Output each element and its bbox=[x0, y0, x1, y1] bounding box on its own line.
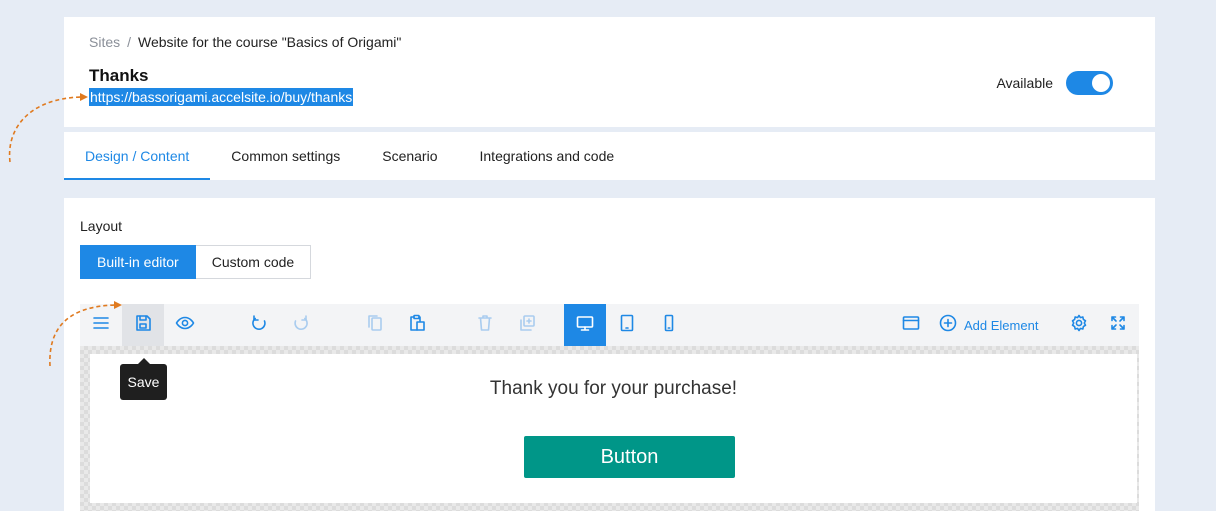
copy-button[interactable] bbox=[354, 304, 396, 346]
page-title: Thanks bbox=[89, 66, 149, 85]
copy-icon bbox=[365, 313, 385, 338]
window-button[interactable] bbox=[890, 304, 932, 346]
duplicate-icon bbox=[517, 313, 537, 338]
fullscreen-icon bbox=[1108, 313, 1128, 338]
page-header-card: Sites / Website for the course "Basics of … bbox=[64, 17, 1155, 127]
window-icon bbox=[901, 313, 921, 338]
layout-switch: Built-in editor Custom code bbox=[80, 245, 312, 279]
mobile-icon bbox=[659, 313, 679, 338]
content-card: Layout Built-in editor Custom code Add E… bbox=[64, 198, 1155, 511]
add-element-button[interactable]: Add Element bbox=[938, 304, 1058, 346]
tablet-icon bbox=[617, 313, 637, 338]
mobile-view-button[interactable] bbox=[648, 304, 690, 346]
tab-integrations-code[interactable]: Integrations and code bbox=[459, 132, 636, 180]
page-url-link[interactable]: https://bassorigami.accelsite.io/buy/tha… bbox=[89, 88, 354, 106]
breadcrumb-sites-link[interactable]: Sites bbox=[89, 34, 120, 50]
redo-button[interactable] bbox=[280, 304, 322, 346]
tablet-view-button[interactable] bbox=[606, 304, 648, 346]
toggle-knob bbox=[1092, 74, 1110, 92]
breadcrumb-current: Website for the course "Basics of Origam… bbox=[138, 34, 402, 50]
settings-button[interactable] bbox=[1060, 304, 1098, 346]
custom-code-button[interactable]: Custom code bbox=[195, 245, 312, 279]
undo-button[interactable] bbox=[238, 304, 280, 346]
undo-icon bbox=[249, 313, 269, 338]
delete-button[interactable] bbox=[464, 304, 506, 346]
breadcrumb: Sites / Website for the course "Basics of … bbox=[89, 34, 401, 50]
layout-label: Layout bbox=[80, 218, 123, 234]
availability-label: Available bbox=[996, 75, 1053, 91]
editor-toolbar: Add Element bbox=[80, 304, 1139, 346]
thank-you-heading[interactable]: Thank you for your purchase! bbox=[90, 378, 1137, 400]
paste-button[interactable] bbox=[396, 304, 438, 346]
add-element-label: Add Element bbox=[964, 317, 1039, 333]
preview-button[interactable] bbox=[164, 304, 206, 346]
availability-control: Available bbox=[996, 71, 1113, 95]
built-in-editor-button[interactable]: Built-in editor bbox=[80, 245, 196, 279]
page-preview: Thank you for your purchase! Button bbox=[90, 354, 1137, 503]
availability-toggle[interactable] bbox=[1066, 71, 1113, 95]
trash-icon bbox=[475, 313, 495, 338]
fullscreen-button[interactable] bbox=[1098, 304, 1138, 346]
tabs-card: Design / Content Common settings Scenari… bbox=[64, 132, 1155, 180]
desktop-view-button[interactable] bbox=[564, 304, 606, 346]
eye-icon bbox=[175, 313, 195, 338]
paste-icon bbox=[407, 313, 427, 338]
plus-circle-icon bbox=[938, 313, 958, 338]
page-preview-button[interactable]: Button bbox=[524, 436, 735, 478]
save-icon bbox=[133, 313, 153, 338]
desktop-icon bbox=[575, 313, 595, 338]
redo-icon bbox=[291, 313, 311, 338]
duplicate-button[interactable] bbox=[506, 304, 548, 346]
gear-icon bbox=[1069, 313, 1089, 338]
annotation-arrow-save bbox=[49, 301, 122, 367]
tab-scenario[interactable]: Scenario bbox=[361, 132, 458, 180]
tab-common-settings[interactable]: Common settings bbox=[210, 132, 361, 180]
annotation-arrow-url bbox=[8, 93, 88, 163]
tab-bar: Design / Content Common settings Scenari… bbox=[64, 132, 1155, 180]
breadcrumb-separator: / bbox=[127, 34, 132, 50]
editor-canvas: Thank you for your purchase! Button bbox=[80, 346, 1139, 511]
